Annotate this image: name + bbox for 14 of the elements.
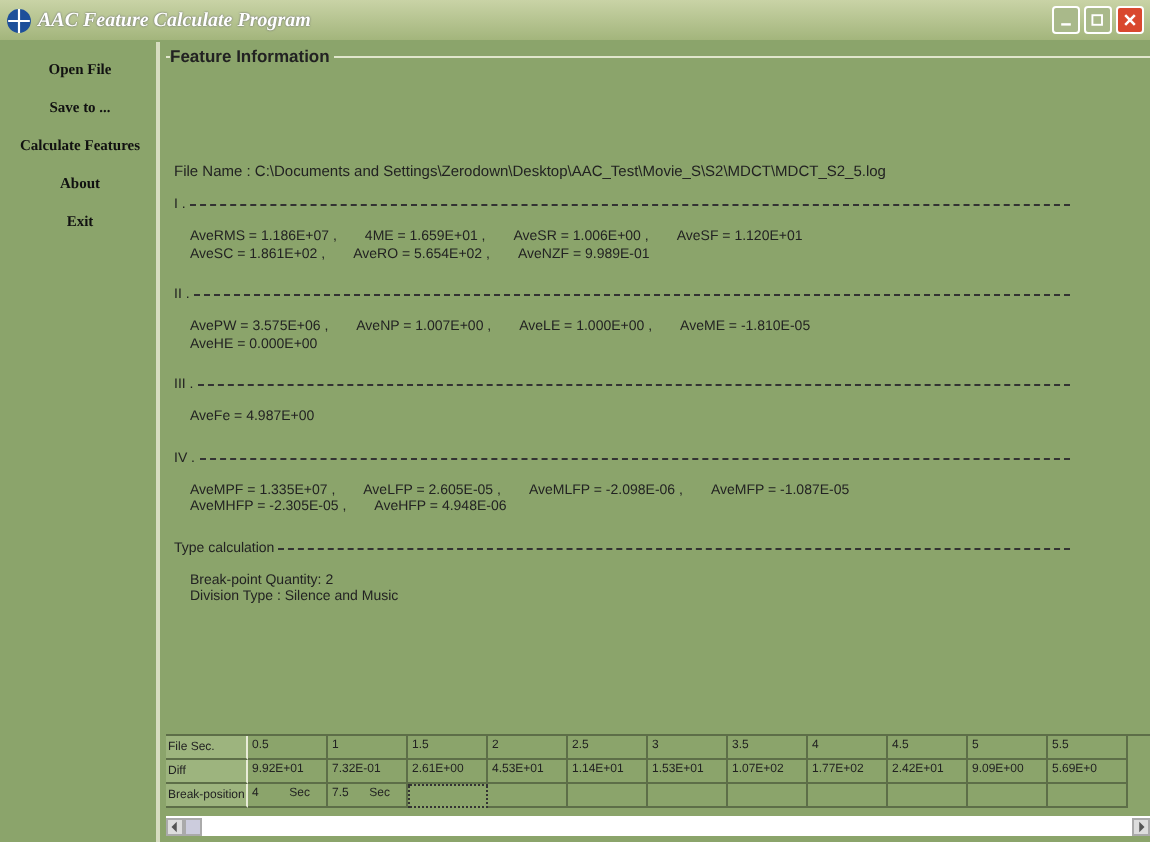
- minimize-button[interactable]: [1052, 6, 1080, 34]
- scroll-thumb[interactable]: [184, 817, 202, 835]
- group-title: Feature Information: [170, 46, 334, 66]
- window-title: AAC Feature Calculate Program: [38, 9, 313, 31]
- maximize-button[interactable]: [1084, 6, 1112, 34]
- maximize-icon: [1090, 12, 1106, 28]
- right-arrow-icon: [1134, 819, 1148, 833]
- scroll-left-button[interactable]: [166, 817, 184, 835]
- close-button[interactable]: [1116, 6, 1144, 34]
- horizontal-scrollbar[interactable]: [166, 816, 1150, 836]
- scroll-right-button[interactable]: [1132, 817, 1150, 835]
- close-icon: [1122, 12, 1138, 28]
- left-arrow-icon: [168, 819, 182, 833]
- globe-icon: [6, 7, 32, 33]
